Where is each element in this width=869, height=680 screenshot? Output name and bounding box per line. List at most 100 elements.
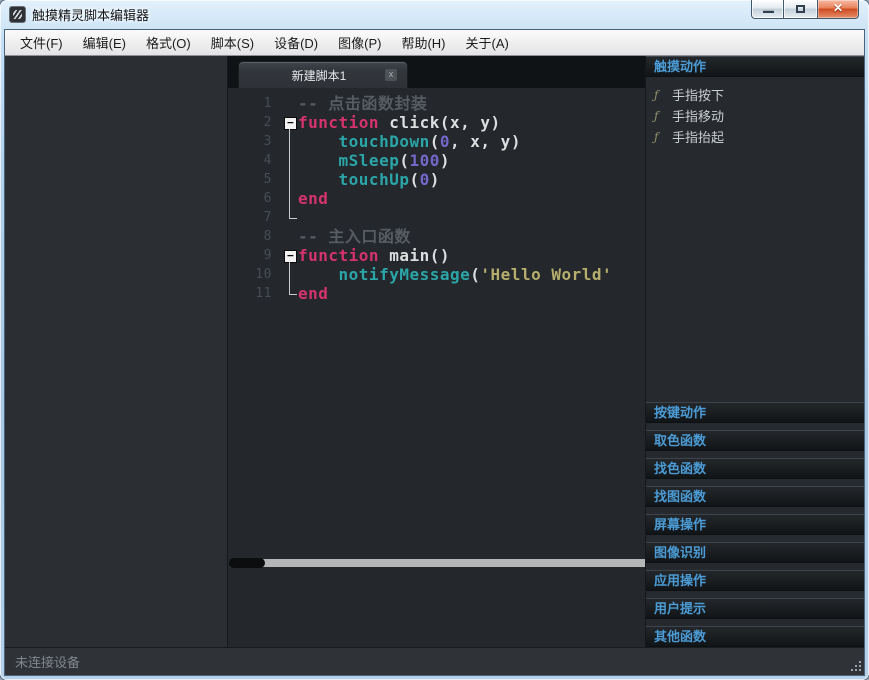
fold-collapse-icon[interactable] xyxy=(282,113,298,132)
sidebar-item-label: 手指抬起 xyxy=(672,127,724,146)
code-line[interactable]: 8 -- 主入口函数 xyxy=(228,227,645,246)
close-icon: ✕ xyxy=(818,1,858,15)
sidebar-section-header[interactable]: 其他函数 xyxy=(646,626,864,647)
fold-guide xyxy=(282,94,298,113)
code-text: touchDown(0, x, y) xyxy=(298,132,645,151)
token-number: 0 xyxy=(440,132,450,151)
line-number: 4 xyxy=(228,151,282,170)
code-text: touchUp(0) xyxy=(298,170,645,189)
token-func: touchUp xyxy=(339,170,410,189)
sidebar-section-header[interactable]: 找色函数 xyxy=(646,458,864,479)
menu-item[interactable]: 关于(A) xyxy=(459,29,516,56)
maximize-button[interactable] xyxy=(784,0,817,19)
connection-status: 未连接设备 xyxy=(15,652,80,671)
code-text: function main() xyxy=(298,246,645,265)
code-text xyxy=(298,208,645,227)
menu-item[interactable]: 编辑(E) xyxy=(76,29,133,56)
code-line[interactable]: 1 -- 点击函数封装 xyxy=(228,94,645,113)
sidebar-section-header[interactable]: 找图函数 xyxy=(646,486,864,507)
tab-close-icon[interactable]: x xyxy=(385,69,397,81)
sidebar-function-item[interactable]: ƒ手指抬起 xyxy=(646,126,864,147)
line-number: 3 xyxy=(228,132,282,151)
resize-grip-icon[interactable] xyxy=(850,661,861,672)
line-number: 7 xyxy=(228,208,282,227)
code-line[interactable]: 10 notifyMessage('Hello World' xyxy=(228,265,645,284)
token-keyword: function xyxy=(298,113,379,132)
token-keyword: end xyxy=(298,284,328,303)
minimize-button[interactable] xyxy=(751,0,784,19)
token-plain: , x, y) xyxy=(450,132,521,151)
token-func: notifyMessage xyxy=(339,265,471,284)
sidebar-section-header[interactable]: 按键动作 xyxy=(646,402,864,423)
sidebar-section-header[interactable]: 屏幕操作 xyxy=(646,514,864,535)
function-sidebar: 触摸动作ƒ手指按下ƒ手指移动ƒ手指抬起按键动作取色函数找色函数找图函数屏幕操作图… xyxy=(645,56,864,647)
main-area: 新建脚本1 x 1-- 点击函数封装2function click(x, y)3… xyxy=(5,56,864,647)
token-plain: ( xyxy=(430,132,440,151)
code-text: -- 主入口函数 xyxy=(298,227,645,246)
code-text: -- 点击函数封装 xyxy=(298,94,645,113)
token-plain: main() xyxy=(379,246,450,265)
tab-bar: 新建脚本1 x xyxy=(228,56,645,88)
line-number: 8 xyxy=(228,227,282,246)
token-plain: ) xyxy=(430,170,440,189)
code-line[interactable]: 6 end xyxy=(228,189,645,208)
token-comment: -- 点击函数封装 xyxy=(298,94,427,113)
token-plain xyxy=(298,132,339,151)
line-number: 2 xyxy=(228,113,282,132)
code-line[interactable]: 5 touchUp(0) xyxy=(228,170,645,189)
tab-label: 新建脚本1 xyxy=(239,67,385,84)
token-func: touchDown xyxy=(339,132,430,151)
token-number: 0 xyxy=(420,170,430,189)
menu-item[interactable]: 格式(O) xyxy=(139,29,198,56)
line-number: 9 xyxy=(228,246,282,265)
fold-collapse-icon[interactable] xyxy=(282,246,298,265)
menu-item[interactable]: 图像(P) xyxy=(331,29,388,56)
horizontal-scrollbar[interactable] xyxy=(228,556,645,569)
status-bar: 未连接设备 xyxy=(5,647,864,675)
code-text: function click(x, y) xyxy=(298,113,645,132)
line-number: 6 xyxy=(228,189,282,208)
editor-filler xyxy=(228,569,645,647)
code-line[interactable]: 2 function click(x, y) xyxy=(228,113,645,132)
code-line[interactable]: 9 function main() xyxy=(228,246,645,265)
sidebar-item-label: 手指移动 xyxy=(672,106,724,125)
window-controls: ✕ xyxy=(751,0,859,19)
app-window: 触摸精灵脚本编辑器 ✕ 文件(F)编辑(E)格式(O)脚本(S)设备(D)图像(… xyxy=(0,0,869,680)
fx-icon: ƒ xyxy=(654,130,672,144)
code-text: end xyxy=(298,284,645,303)
minimize-icon xyxy=(763,10,774,13)
tab-script[interactable]: 新建脚本1 x xyxy=(238,61,408,88)
menu-item[interactable]: 帮助(H) xyxy=(394,29,452,56)
sidebar-function-item[interactable]: ƒ手指移动 xyxy=(646,105,864,126)
code-line[interactable]: 4 mSleep(100) xyxy=(228,151,645,170)
menu-item[interactable]: 设备(D) xyxy=(267,29,325,56)
token-func: mSleep xyxy=(339,151,400,170)
sidebar-section-header[interactable]: 应用操作 xyxy=(646,570,864,591)
sidebar-section-header[interactable]: 图像识别 xyxy=(646,542,864,563)
fold-guide xyxy=(282,151,298,170)
token-plain: ( xyxy=(409,170,419,189)
sidebar-section-header[interactable]: 取色函数 xyxy=(646,430,864,451)
menu-item[interactable]: 脚本(S) xyxy=(204,29,261,56)
code-editor[interactable]: 1-- 点击函数封装2function click(x, y)3 touchDo… xyxy=(228,88,645,556)
code-text: end xyxy=(298,189,645,208)
titlebar[interactable]: 触摸精灵脚本编辑器 ✕ xyxy=(0,0,869,29)
fx-icon: ƒ xyxy=(654,88,672,102)
code-text: mSleep(100) xyxy=(298,151,645,170)
sidebar-function-item[interactable]: ƒ手指按下 xyxy=(646,84,864,105)
code-line[interactable]: 3 touchDown(0, x, y) xyxy=(228,132,645,151)
line-number: 5 xyxy=(228,170,282,189)
code-line[interactable]: 7 xyxy=(228,208,645,227)
close-button[interactable]: ✕ xyxy=(817,0,859,19)
code-line[interactable]: 11end xyxy=(228,284,645,303)
scrollbar-thumb[interactable] xyxy=(229,558,265,568)
fold-guide xyxy=(282,227,298,246)
scrollbar-track[interactable] xyxy=(258,559,645,567)
token-plain: click(x, y) xyxy=(379,113,501,132)
menu-item[interactable]: 文件(F) xyxy=(13,29,70,56)
sidebar-section-header[interactable]: 用户提示 xyxy=(646,598,864,619)
token-plain xyxy=(298,170,339,189)
fx-icon: ƒ xyxy=(654,109,672,123)
line-number: 1 xyxy=(228,94,282,113)
sidebar-section-header[interactable]: 触摸动作 xyxy=(646,56,864,77)
